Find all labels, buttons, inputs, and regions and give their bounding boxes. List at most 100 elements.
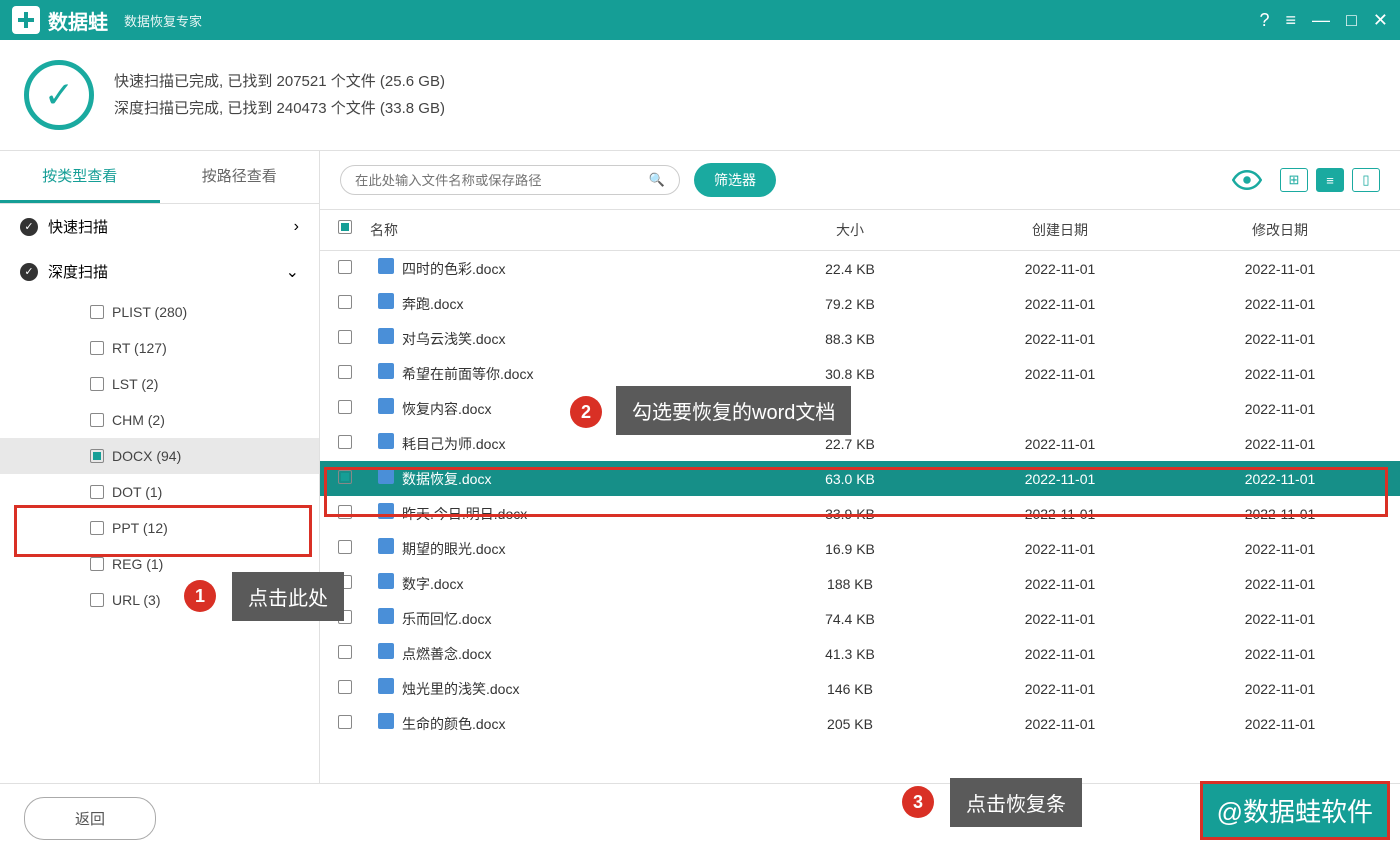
tree-item-label: DOCX (94) — [112, 448, 181, 464]
file-size: 41.3 KB — [750, 646, 950, 662]
table-header: 名称 大小 创建日期 修改日期 — [320, 210, 1400, 251]
annotation-number-3: 3 — [902, 786, 934, 818]
file-modified: 2022-11-01 — [1170, 296, 1390, 312]
checkbox-icon[interactable] — [90, 341, 104, 355]
tree-item[interactable]: CHM (2) — [0, 402, 319, 438]
table-row[interactable]: 烛光里的浅笑.docx146 KB2022-11-012022-11-01 — [320, 671, 1400, 706]
search-icon[interactable]: 🔍 — [649, 172, 665, 188]
checkbox-icon[interactable] — [90, 305, 104, 319]
table-row[interactable]: 数据恢复.docx63.0 KB2022-11-012022-11-01 — [320, 461, 1400, 496]
table-row[interactable]: 数字.docx188 KB2022-11-012022-11-01 — [320, 566, 1400, 601]
tree-item[interactable]: LST (2) — [0, 366, 319, 402]
table-row[interactable]: 昨天.今日.明日.docx33.9 KB2022-11-012022-11-01 — [320, 496, 1400, 531]
menu-icon[interactable]: ≡ — [1286, 10, 1297, 31]
docx-icon — [378, 293, 394, 309]
table-row[interactable]: 对乌云浅笑.docx88.3 KB2022-11-012022-11-01 — [320, 321, 1400, 356]
search-box[interactable]: 🔍 — [340, 165, 680, 195]
docx-icon — [378, 608, 394, 624]
checkbox-icon[interactable] — [90, 593, 104, 607]
col-name[interactable]: 名称 — [360, 220, 750, 240]
checkbox-icon[interactable] — [90, 557, 104, 571]
file-created: 2022-11-01 — [950, 716, 1170, 732]
tree-item[interactable]: DOCX (94) — [0, 438, 319, 474]
col-modified[interactable]: 修改日期 — [1170, 220, 1390, 240]
dot-icon: ✓ — [20, 263, 38, 281]
close-icon[interactable]: ✕ — [1373, 10, 1388, 31]
detail-view-icon[interactable]: ▯ — [1352, 168, 1380, 192]
row-checkbox[interactable] — [338, 505, 352, 519]
maximize-icon[interactable]: □ — [1346, 10, 1357, 31]
table-row[interactable]: 四时的色彩.docx22.4 KB2022-11-012022-11-01 — [320, 251, 1400, 286]
file-size: 205 KB — [750, 716, 950, 732]
file-modified: 2022-11-01 — [1170, 541, 1390, 557]
annotation-number-1: 1 — [184, 580, 216, 612]
help-icon[interactable]: ? — [1260, 10, 1270, 31]
file-size: 16.9 KB — [750, 541, 950, 557]
tree-item[interactable]: RT (127) — [0, 330, 319, 366]
tab-by-type[interactable]: 按类型查看 — [0, 151, 160, 203]
list-view-icon[interactable]: ≡ — [1316, 168, 1344, 192]
table-row[interactable]: 耗目己为师.docx22.7 KB2022-11-012022-11-01 — [320, 426, 1400, 461]
table-row[interactable]: 乐而回忆.docx74.4 KB2022-11-012022-11-01 — [320, 601, 1400, 636]
file-size: 146 KB — [750, 681, 950, 697]
tree-item[interactable]: PPT (12) — [0, 510, 319, 546]
dot-icon: ✓ — [20, 218, 38, 236]
row-checkbox[interactable] — [338, 645, 352, 659]
col-size[interactable]: 大小 — [750, 220, 950, 240]
file-name: 奔跑.docx — [360, 293, 750, 314]
row-checkbox[interactable] — [338, 295, 352, 309]
table-row[interactable]: 期望的眼光.docx16.9 KB2022-11-012022-11-01 — [320, 531, 1400, 566]
docx-icon — [378, 538, 394, 554]
checkbox-icon[interactable] — [90, 485, 104, 499]
tree-item[interactable]: DOT (1) — [0, 474, 319, 510]
row-checkbox[interactable] — [338, 680, 352, 694]
row-checkbox[interactable] — [338, 470, 352, 484]
tree-item-label: DOT (1) — [112, 484, 162, 500]
docx-icon — [378, 433, 394, 449]
table-row[interactable]: 点燃善念.docx41.3 KB2022-11-012022-11-01 — [320, 636, 1400, 671]
row-checkbox[interactable] — [338, 400, 352, 414]
checkbox-icon[interactable] — [90, 521, 104, 535]
file-modified: 2022-11-01 — [1170, 681, 1390, 697]
app-name: 数据蛙 — [48, 6, 108, 35]
file-name: 耗目己为师.docx — [360, 433, 750, 454]
file-created: 2022-11-01 — [950, 506, 1170, 522]
table-row[interactable]: 希望在前面等你.docx30.8 KB2022-11-012022-11-01 — [320, 356, 1400, 391]
grid-view-icon[interactable]: ⊞ — [1280, 168, 1308, 192]
file-name: 数字.docx — [360, 573, 750, 594]
file-created: 2022-11-01 — [950, 436, 1170, 452]
select-all-checkbox[interactable] — [338, 220, 352, 234]
file-size: 74.4 KB — [750, 611, 950, 627]
filter-button[interactable]: 筛选器 — [694, 163, 776, 197]
file-modified: 2022-11-01 — [1170, 331, 1390, 347]
table-row[interactable]: 奔跑.docx79.2 KB2022-11-012022-11-01 — [320, 286, 1400, 321]
checkbox-icon[interactable] — [90, 377, 104, 391]
row-checkbox[interactable] — [338, 260, 352, 274]
tree-item[interactable]: PLIST (280) — [0, 294, 319, 330]
logo-icon — [12, 6, 40, 34]
file-size: 63.0 KB — [750, 471, 950, 487]
minimize-icon[interactable]: — — [1312, 10, 1330, 31]
search-input[interactable] — [355, 173, 649, 188]
annotation-label-3: 点击恢复条 — [950, 778, 1082, 827]
table-row[interactable]: 生命的颜色.docx205 KB2022-11-012022-11-01 — [320, 706, 1400, 741]
checkbox-icon[interactable] — [90, 449, 104, 463]
row-checkbox[interactable] — [338, 540, 352, 554]
row-checkbox[interactable] — [338, 715, 352, 729]
col-created[interactable]: 创建日期 — [950, 220, 1170, 240]
file-created: 2022-11-01 — [950, 471, 1170, 487]
row-checkbox[interactable] — [338, 435, 352, 449]
checkbox-icon[interactable] — [90, 413, 104, 427]
sidebar: 按类型查看 按路径查看 ✓ 快速扫描 › ✓ 深度扫描 ⌄ PLIST (280… — [0, 151, 320, 783]
back-button[interactable]: 返回 — [24, 797, 156, 840]
preview-icon[interactable] — [1232, 170, 1262, 190]
row-checkbox[interactable] — [338, 365, 352, 379]
tab-by-path[interactable]: 按路径查看 — [160, 151, 320, 203]
row-checkbox[interactable] — [338, 330, 352, 344]
file-created: 2022-11-01 — [950, 646, 1170, 662]
tree-deep-scan[interactable]: ✓ 深度扫描 ⌄ — [0, 249, 319, 294]
docx-icon — [378, 678, 394, 694]
tree-quick-scan[interactable]: ✓ 快速扫描 › — [0, 204, 319, 249]
table-row[interactable]: 恢复内容.docx2022-11-01 — [320, 391, 1400, 426]
file-created: 2022-11-01 — [950, 681, 1170, 697]
